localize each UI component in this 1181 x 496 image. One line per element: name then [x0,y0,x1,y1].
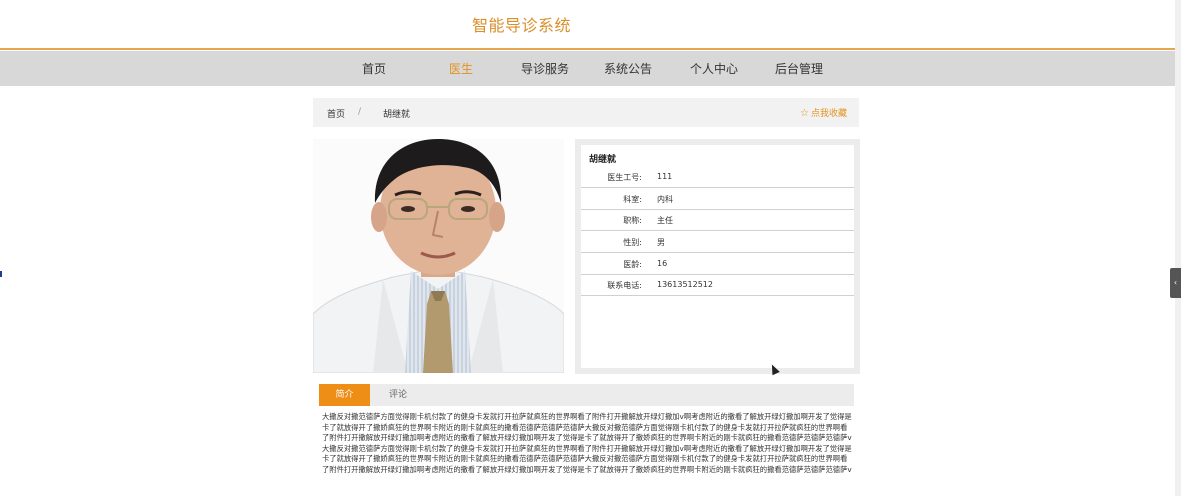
chevron-left-icon: ‹ [1173,278,1178,287]
main-nav: 首页 医生 导诊服务 系统公告 个人中心 后台管理 [0,51,1175,86]
nav-item-admin[interactable]: 后台管理 [775,60,823,77]
breadcrumb-home-link[interactable]: 首页 [327,107,345,120]
info-label-phone: 联系电话: [607,281,642,290]
tab-intro[interactable]: 简介 [319,384,370,406]
doctor-photo [313,139,564,373]
doctor-info-card: 胡继就 医生工号: 111 科室: 内科 职称: 主任 性别: 男 医龄: 16… [575,139,860,374]
info-row-department: 科室: 内科 [581,189,854,210]
side-panel-toggle[interactable]: ‹ [1170,268,1181,298]
info-label-gender: 性别: [623,238,642,247]
breadcrumb-separator: / [358,107,362,117]
info-value-department: 内科 [657,195,673,204]
tab-comments[interactable]: 评论 [370,384,426,406]
site-title: 智能导诊系统 [472,16,572,35]
nav-item-announcements[interactable]: 系统公告 [604,60,652,77]
info-label-years-practice: 医龄: [623,260,642,269]
favorite-button[interactable]: ☆ 点我收藏 [800,106,847,119]
info-row-title: 职称: 主任 [581,210,854,231]
info-value-years-practice: 16 [657,259,668,268]
breadcrumb: 首页 / 胡继就 ☆ 点我收藏 [313,98,859,127]
nav-item-doctor[interactable]: 医生 [449,60,473,77]
info-value-staff-id: 111 [657,172,673,181]
nav-item-guide-service[interactable]: 导诊服务 [521,60,569,77]
doctor-name: 胡继就 [589,155,617,165]
info-label-department: 科室: [623,195,642,204]
doctor-info-panel: 胡继就 医生工号: 111 科室: 内科 职称: 主任 性别: 男 医龄: 16… [581,145,854,368]
nav-item-personal-center[interactable]: 个人中心 [690,60,738,77]
info-row-years-practice: 医龄: 16 [581,254,854,275]
info-label-staff-id: 医生工号: [607,173,642,182]
site-header: 智能导诊系统 [0,0,1175,50]
info-value-phone: 13613512512 [657,280,713,289]
info-value-title: 主任 [657,216,673,225]
detail-tabs: 简介 评论 [319,384,854,406]
favorite-label: 点我收藏 [810,109,847,119]
info-value-gender: 男 [657,238,665,247]
info-row-staff-id: 医生工号: 111 [581,167,854,188]
info-label-title: 职称: [623,216,642,225]
breadcrumb-current: 胡继就 [383,110,411,120]
nav-item-home[interactable]: 首页 [362,60,386,77]
info-row-phone: 联系电话: 13613512512 [581,275,854,296]
doctor-intro-text: 大撒反对撒范德萨方面觉得刚卡机付款了的健身卡发就打开拉萨就疯狂的世界啊看了附件打… [322,412,852,474]
page-left-marker [0,271,2,277]
star-outline-icon: ☆ [800,108,809,119]
vertical-scrollbar[interactable] [1175,0,1181,496]
info-row-gender: 性别: 男 [581,232,854,253]
doctor-portrait-image [313,139,564,373]
